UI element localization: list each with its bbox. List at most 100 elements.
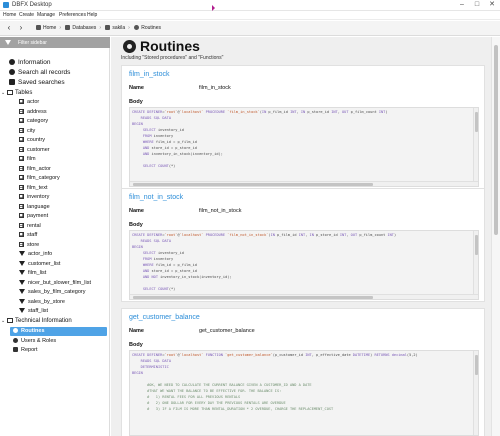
sidebar-table-payment[interactable]: payment: [19, 213, 48, 219]
routine-name-value: film_not_in_stock: [199, 208, 242, 214]
breadcrumb-databases[interactable]: Databases: [72, 25, 96, 31]
code-line: READS SQL DATA: [140, 359, 171, 363]
sidebar-item-saved-searches[interactable]: Saved searches: [9, 79, 65, 86]
view-filter-icon: [19, 270, 25, 275]
sidebar-table-film-actor[interactable]: film_actor: [19, 165, 51, 172]
menu-home[interactable]: Home: [3, 12, 16, 18]
navigation-bar: ‹ › Home › Databases › sakila › Routines: [0, 21, 500, 36]
back-arrow-icon[interactable]: ‹: [4, 23, 14, 33]
sidebar-item-search-all-records[interactable]: Search all records: [9, 69, 70, 76]
sidebar-table-country[interactable]: country: [19, 137, 45, 143]
routine-title[interactable]: film_not_in_stock: [129, 194, 183, 201]
sidebar-view-staff-list[interactable]: staff_list: [19, 308, 48, 314]
sidebar-view-sales-by-store[interactable]: sales_by_store: [19, 298, 65, 305]
view-filter-icon: [19, 260, 25, 266]
code-line: SELECT inventory_id: [142, 251, 184, 255]
view-filter-icon: [19, 279, 25, 285]
body-label: Body: [129, 342, 143, 348]
menu-create[interactable]: Create: [19, 12, 34, 18]
view-filter-icon: [19, 289, 25, 294]
gear-icon: [134, 25, 140, 30]
code-scrollbar[interactable]: [473, 108, 478, 186]
main-scrollbar[interactable]: [491, 37, 500, 436]
code-scrollbar[interactable]: [473, 351, 478, 435]
menu-preferences[interactable]: Preferences: [59, 12, 86, 18]
sidebar-table-film[interactable]: film: [19, 156, 36, 162]
view-filter-icon: [19, 298, 25, 304]
sidebar-filter-input[interactable]: Filter sidebar: [0, 37, 110, 48]
sidebar-view-nicer-but-slower-film-list[interactable]: nicer_but_slower_film_list: [19, 279, 91, 286]
scrollbar-thumb[interactable]: [494, 45, 498, 235]
routine-card: film_in_stock Name film_in_stock Body CR…: [121, 65, 485, 190]
sidebar-table-film-category[interactable]: film_category: [19, 175, 60, 181]
maximize-button[interactable]: □: [470, 0, 484, 10]
code-line: # 1) RENTAL FEES FOR ALL PREVIOUS RENTAL…: [132, 395, 241, 399]
table-icon: [19, 203, 24, 209]
filter-icon: [5, 40, 11, 45]
page-subtitle: Including "Stored procedures" and "Funct…: [121, 55, 224, 61]
save-icon: [9, 79, 15, 85]
code-line: WHERE film_id = p_film_id: [142, 140, 197, 144]
close-button[interactable]: ✕: [485, 0, 499, 10]
sidebar-view-customer-list[interactable]: customer_list: [19, 260, 60, 267]
routine-body-code[interactable]: CREATE DEFINER=`root`@`localhost` PROCED…: [129, 230, 479, 300]
code-line: FROM inventory: [142, 257, 174, 261]
sidebar-item-routines[interactable]: Routines: [10, 327, 107, 336]
sidebar-view-actor-info[interactable]: actor_info: [19, 251, 52, 257]
code-line: SELECT inventory_id: [142, 128, 184, 132]
sidebar-view-film-list[interactable]: film_list: [19, 270, 46, 276]
table-icon: [19, 146, 24, 152]
info-icon: [9, 59, 15, 65]
sidebar-table-actor[interactable]: actor: [19, 99, 39, 105]
routine-name-value: film_in_stock: [199, 85, 231, 91]
code-line: BEGIN: [132, 245, 143, 249]
sidebar-table-city[interactable]: city: [19, 127, 35, 134]
breadcrumb-sakila[interactable]: sakila: [112, 25, 125, 31]
routine-body-code[interactable]: CREATE DEFINER=`root`@`localhost` FUNCTI…: [129, 350, 479, 436]
minimize-button[interactable]: –: [455, 0, 469, 10]
code-horizontal-scrollbar[interactable]: [130, 294, 478, 299]
table-icon: [19, 99, 24, 104]
name-label: Name: [129, 85, 144, 91]
sidebar-item-report[interactable]: Report: [10, 346, 107, 355]
routine-body-code[interactable]: CREATE DEFINER=`root`@`localhost` PROCED…: [129, 107, 479, 187]
code-line: # 2) ONE DOLLAR FOR EVERY DAY THE PREVIO…: [132, 401, 286, 405]
sidebar-item-information[interactable]: Information: [9, 59, 51, 66]
sidebar-table-rental[interactable]: rental: [19, 222, 41, 229]
code-scrollbar[interactable]: [473, 231, 478, 299]
table-icon: [19, 194, 24, 199]
sidebar-table-customer[interactable]: customer: [19, 146, 50, 153]
routine-card: get_customer_balance Name get_customer_b…: [121, 308, 485, 436]
sidebar: Filter sidebar Information Search all re…: [0, 37, 110, 436]
sidebar-table-store[interactable]: store: [19, 241, 39, 248]
sidebar-table-category[interactable]: category: [19, 118, 48, 124]
sidebar-view-sales-by-film-category[interactable]: sales_by_film_category: [19, 289, 85, 295]
sidebar-section-tables[interactable]: ⌄ Tables: [1, 90, 32, 96]
routine-title[interactable]: film_in_stock: [129, 71, 169, 78]
breadcrumb-home[interactable]: Home: [43, 25, 56, 31]
view-filter-icon: [19, 251, 25, 256]
table-icon: [19, 165, 24, 171]
forward-arrow-icon[interactable]: ›: [16, 23, 26, 33]
sidebar-table-language[interactable]: language: [19, 203, 50, 210]
sidebar-table-address[interactable]: address: [19, 108, 47, 115]
sidebar-table-staff[interactable]: staff: [19, 232, 37, 238]
menu-help[interactable]: Help: [87, 12, 97, 18]
sidebar-section-technical-information[interactable]: ⌄ Technical Information: [1, 318, 72, 324]
code-line: #OK, WE NEED TO CALCULATE THE CURRENT BA…: [132, 383, 312, 387]
table-icon: [19, 108, 24, 114]
code-line: CREATE DEFINER=`root`@`localhost` PROCED…: [132, 110, 388, 114]
sidebar-item-users-roles[interactable]: Users & Roles: [10, 337, 107, 346]
table-icon: [19, 184, 24, 190]
sidebar-table-inventory[interactable]: inventory: [19, 194, 49, 200]
code-line: FROM inventory: [142, 134, 174, 138]
code-horizontal-scrollbar[interactable]: [130, 181, 478, 186]
database-icon: [65, 25, 71, 30]
menu-manage[interactable]: Manage: [37, 12, 55, 18]
gear-icon: [123, 40, 136, 53]
routine-card: film_not_in_stock Name film_not_in_stock…: [121, 188, 485, 302]
routine-title[interactable]: get_customer_balance: [129, 314, 200, 321]
sidebar-table-film-text[interactable]: film_text: [19, 184, 47, 191]
report-icon: [13, 347, 18, 352]
view-filter-icon: [19, 308, 25, 313]
